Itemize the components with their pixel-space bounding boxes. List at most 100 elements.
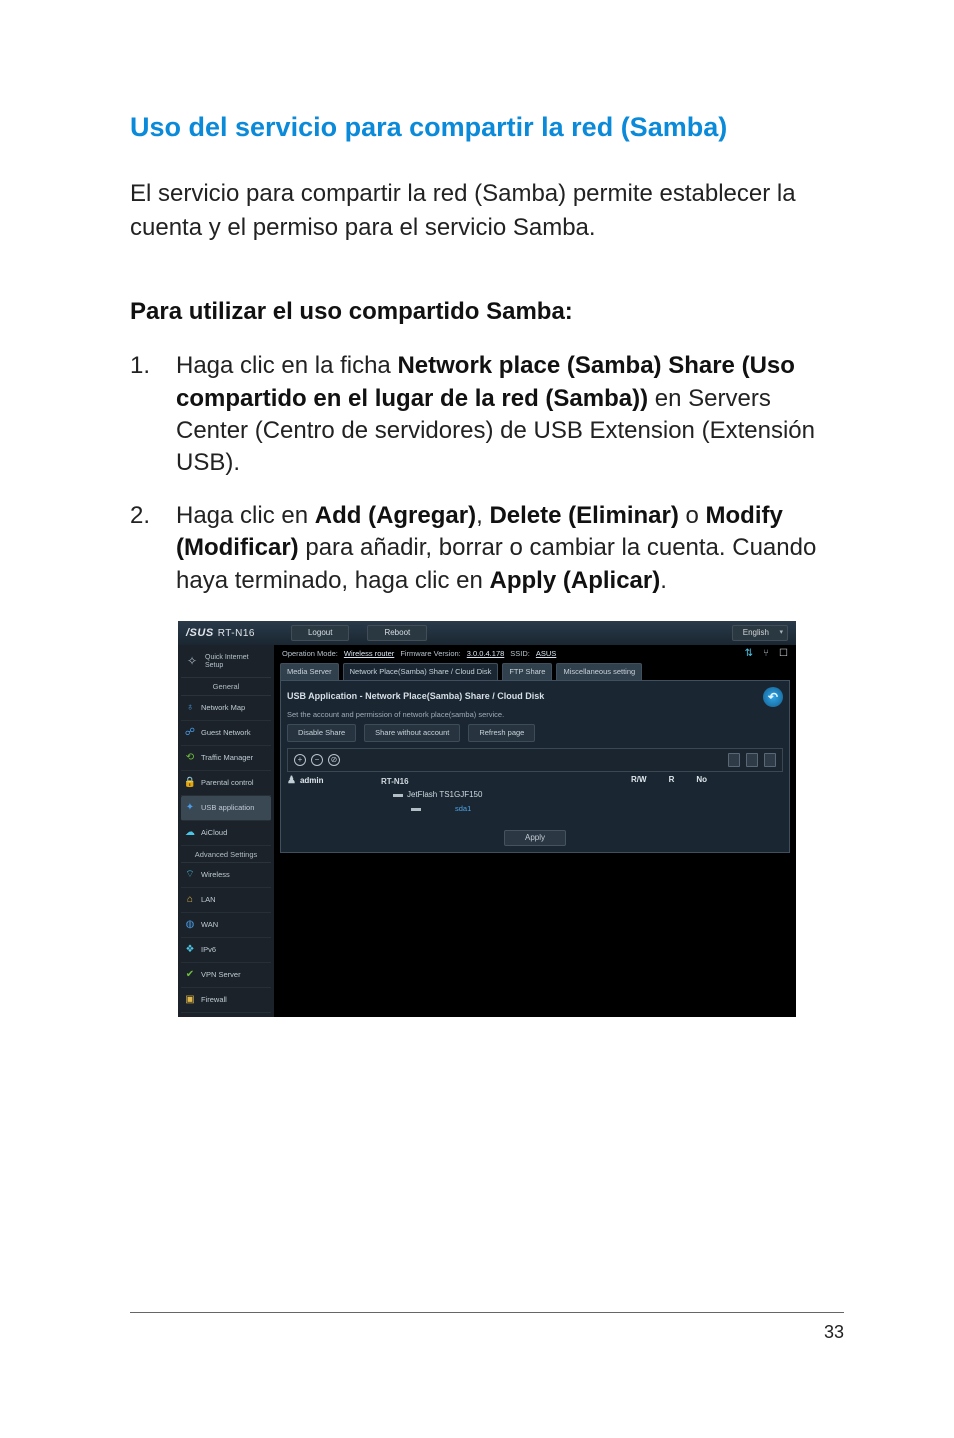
step2-b1: Add (Agregar) [315, 502, 476, 529]
section-title: Uso del servicio para compartir la red (… [130, 110, 844, 145]
status-print-icon: ☐ [779, 649, 788, 659]
perm-rw-header: R/W [631, 776, 647, 784]
sidebar-general-heading: General [181, 678, 271, 696]
sidebar-aicloud[interactable]: ☁AiCloud [181, 821, 271, 846]
op-mode-label: Operation Mode: [282, 650, 338, 658]
disable-share-button[interactable]: Disable Share [287, 724, 356, 742]
language-select[interactable]: English [732, 625, 788, 641]
doc-modify-button[interactable] [764, 753, 776, 767]
cloud-icon: ☁ [183, 826, 197, 840]
key-icon: ✔ [183, 968, 197, 982]
folder-tree: RT-N16 ▬ JetFlash TS1GJF150 ▬ sda1 [377, 776, 621, 816]
brand-logo: /SUSRT-N16 [186, 628, 255, 639]
sidebar-firewall[interactable]: ▣Firewall [181, 988, 271, 1013]
apply-button[interactable]: Apply [504, 830, 566, 846]
panel-subtitle: Set the account and permission of networ… [287, 711, 783, 719]
account-toolbar: + − ⊘ [287, 748, 783, 772]
step2-pre: Haga clic en [176, 502, 315, 529]
sidebar-parental-control[interactable]: 🔒Parental control [181, 771, 271, 796]
lock-icon: 🔒 [183, 776, 197, 790]
modify-account-button[interactable]: ⊘ [328, 754, 340, 766]
reboot-button[interactable]: Reboot [367, 625, 427, 641]
panel-title: USB Application - Network Place(Samba) S… [287, 692, 544, 701]
panel: USB Application - Network Place(Samba) S… [280, 680, 790, 853]
ipv6-icon: ❖ [183, 943, 197, 957]
device-label: RT-N16 [381, 778, 409, 786]
status-wifi-icon: ⇅ [745, 649, 753, 659]
tab-misc[interactable]: Miscellaneous setting [556, 663, 642, 680]
step2-m1: , [476, 502, 489, 529]
step2-b2: Delete (Eliminar) [489, 502, 678, 529]
delete-account-button[interactable]: − [311, 754, 323, 766]
quick-internet-setup[interactable]: ✧ Quick Internet Setup [181, 649, 271, 678]
step1-pre: Haga clic en la ficha [176, 352, 397, 379]
globe-icon: ◍ [183, 918, 197, 932]
sidebar-network-map[interactable]: ♁Network Map [181, 696, 271, 721]
footer-rule [130, 1312, 844, 1313]
quick-label: Quick Internet Setup [205, 654, 249, 669]
status-bar: Operation Mode: Wireless router Firmware… [280, 645, 790, 663]
step2-b4: Apply (Aplicar) [490, 567, 661, 594]
topbar: /SUSRT-N16 Logout Reboot English [178, 621, 796, 645]
tab-media-server[interactable]: Media Server [280, 663, 339, 680]
usb-icon: ✦ [183, 801, 197, 815]
folder-root[interactable]: ▬ JetFlash TS1GJF150 [381, 788, 621, 802]
sidebar-lan[interactable]: ⌂LAN [181, 888, 271, 913]
steps-list: Haga clic en la ficha Network place (Sam… [130, 350, 844, 597]
model-label: RT-N16 [218, 628, 255, 639]
shield-icon: ▣ [183, 993, 197, 1007]
step-1: Haga clic en la ficha Network place (Sam… [130, 350, 844, 480]
sidebar-traffic-manager[interactable]: ⟲Traffic Manager [181, 746, 271, 771]
lan-icon: ⌂ [183, 893, 197, 907]
account-user[interactable]: ♟ admin [287, 776, 367, 786]
sidebar-advanced-heading: Advanced Settings [181, 846, 271, 864]
folder-device[interactable]: RT-N16 [381, 776, 621, 788]
tab-ftp-share[interactable]: FTP Share [502, 663, 552, 680]
sidebar-wan[interactable]: ◍WAN [181, 913, 271, 938]
ssid-label: SSID: [510, 650, 530, 658]
folder-name: JetFlash TS1GJF150 [407, 791, 482, 799]
back-button[interactable]: ↶ [763, 687, 783, 707]
status-usb-icon: ⑂ [763, 649, 769, 659]
sidebar-usb-application[interactable]: ✦USB application [181, 796, 271, 821]
user-icon: ♟ [287, 776, 296, 786]
wand-icon: ✧ [183, 653, 201, 671]
account-username: admin [300, 777, 324, 785]
page-number: 33 [824, 1322, 844, 1343]
steps-title: Para utilizar el uso compartido Samba: [130, 298, 844, 326]
fw-value[interactable]: 3.0.0.4.178 [467, 650, 505, 658]
sidebar-vpn-server[interactable]: ✔VPN Server [181, 963, 271, 988]
ssid-value[interactable]: ASUS [536, 650, 556, 658]
folder-sub[interactable]: ▬ sda1 [381, 802, 621, 816]
sidebar-guest-network[interactable]: ☍Guest Network [181, 721, 271, 746]
step2-m2: o [679, 502, 706, 529]
intro-paragraph: El servicio para compartir la red (Samba… [130, 177, 844, 244]
folder-icon: ▬ [393, 790, 403, 800]
users-icon: ☍ [183, 726, 197, 740]
add-account-button[interactable]: + [294, 754, 306, 766]
traffic-icon: ⟲ [183, 751, 197, 765]
sidebar-wireless[interactable]: ⌔Wireless [181, 863, 271, 888]
doc-delete-button[interactable] [746, 753, 758, 767]
content-area: Operation Mode: Wireless router Firmware… [274, 645, 796, 1017]
refresh-page-button[interactable]: Refresh page [468, 724, 535, 742]
step2-post: . [660, 567, 667, 594]
network-icon: ♁ [183, 701, 197, 715]
perm-r-header: R [669, 776, 675, 784]
tab-samba-share[interactable]: Network Place(Samba) Share / Cloud Disk [343, 663, 499, 680]
perm-no-header: No [696, 776, 707, 784]
sub-folder-name: sda1 [425, 805, 471, 813]
sidebar: ✧ Quick Internet Setup General ♁Network … [178, 645, 274, 1017]
logout-button[interactable]: Logout [291, 625, 349, 641]
router-screenshot: /SUSRT-N16 Logout Reboot English ✧ Quick… [178, 621, 796, 1017]
doc-add-button[interactable] [728, 753, 740, 767]
blank-area [280, 853, 790, 935]
wifi-icon: ⌔ [183, 868, 197, 882]
step-2: Haga clic en Add (Agregar), Delete (Elim… [130, 500, 844, 597]
folder-icon: ▬ [411, 804, 421, 814]
op-mode-value[interactable]: Wireless router [344, 650, 394, 658]
fw-label: Firmware Version: [400, 650, 460, 658]
tabs-row: Media Server Network Place(Samba) Share … [280, 663, 790, 680]
share-without-account-button[interactable]: Share without account [364, 724, 460, 742]
sidebar-ipv6[interactable]: ❖IPv6 [181, 938, 271, 963]
